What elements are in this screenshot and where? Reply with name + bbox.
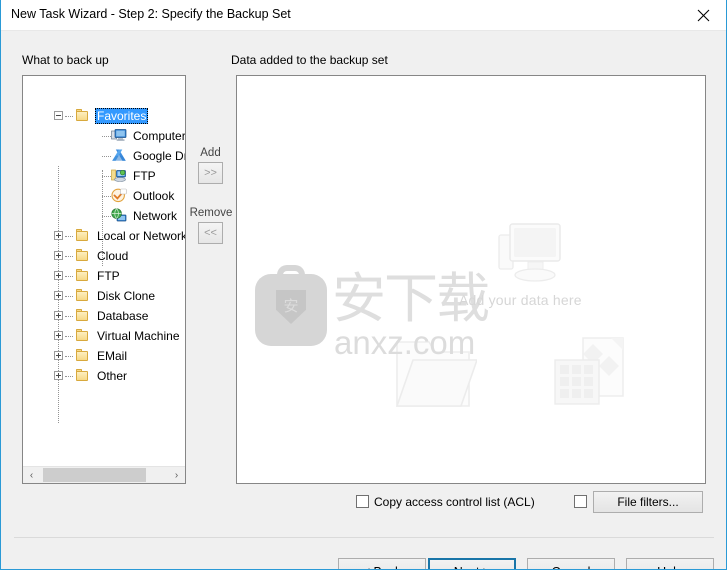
tree-item-ftp-favorite[interactable]: FTP <box>23 166 185 186</box>
tree-item-label: EMail <box>97 349 128 363</box>
expander-database-icon[interactable] <box>54 311 63 320</box>
tree-item-favorites[interactable]: Favorites <box>23 106 185 126</box>
tree-item-label: FTP <box>97 269 120 283</box>
expander-disk-clone-icon[interactable] <box>54 291 63 300</box>
tree-horizontal-scrollbar[interactable]: ‹ › <box>23 466 185 483</box>
tree-connector <box>102 156 111 157</box>
tree-item-label: Network <box>133 209 178 223</box>
back-button[interactable]: < Back <box>338 558 426 569</box>
next-button[interactable]: Next > <box>428 558 516 569</box>
tree-connector <box>102 196 111 197</box>
file-filters-button[interactable]: File filters... <box>593 491 703 513</box>
tree-item-local-or-network-drives[interactable]: Local or Network Dr <box>23 226 185 246</box>
expander-local-drives-icon[interactable] <box>54 231 63 240</box>
scroll-left-arrow-icon[interactable]: ‹ <box>23 467 40 483</box>
expander-favorites-icon[interactable] <box>54 111 63 120</box>
folder-icon <box>75 268 91 284</box>
copy-acl-checkbox[interactable] <box>356 495 369 508</box>
tree-connector <box>65 316 73 317</box>
folder-icon <box>75 248 91 264</box>
folder-icon <box>75 288 91 304</box>
tree-item-label: Database <box>97 309 149 323</box>
computer-icon <box>111 128 127 144</box>
backup-set-drop-area[interactable]: 安 安下载 anxz.com Add your data here <box>236 75 706 484</box>
tree-item-email[interactable]: EMail <box>23 346 185 366</box>
tree-item-label: Other <box>97 369 128 383</box>
tree-item-outlook[interactable]: Outlook <box>23 186 185 206</box>
anxz-logo-watermark-icon: 安 <box>255 265 327 346</box>
tree-connector <box>65 276 73 277</box>
new-task-wizard-window: New Task Wizard - Step 2: Specify the Ba… <box>0 0 727 570</box>
drop-hint-text: Add your data here <box>459 292 582 308</box>
tree-connector <box>65 236 73 237</box>
folder-icon <box>75 228 91 244</box>
outlook-icon <box>111 188 127 204</box>
tree-connector <box>102 176 111 177</box>
help-button[interactable]: Help <box>626 558 714 569</box>
scroll-right-arrow-icon[interactable]: › <box>168 467 185 483</box>
tree-item-virtual-machine[interactable]: Virtual Machine <box>23 326 185 346</box>
folder-icon <box>75 368 91 384</box>
expander-email-icon[interactable] <box>54 351 63 360</box>
copy-acl-label: Copy access control list (ACL) <box>374 495 535 509</box>
add-button[interactable]: >> <box>198 162 223 184</box>
ftp-server-icon <box>111 168 127 184</box>
title-bar: New Task Wizard - Step 2: Specify the Ba… <box>1 0 726 31</box>
folder-icon <box>75 108 91 124</box>
remove-label: Remove <box>189 207 233 219</box>
tree-connector <box>65 296 73 297</box>
tree-item-label: FTP <box>133 169 156 183</box>
file-filters-checkbox[interactable] <box>574 495 587 508</box>
footer-separator <box>14 537 714 538</box>
tree-item-ftp[interactable]: FTP <box>23 266 185 286</box>
tree-item-label: Disk Clone <box>97 289 156 303</box>
dialog-body: What to back up Data added to the backup… <box>1 31 726 569</box>
monitor-watermark-icon <box>498 223 561 282</box>
tree-connector <box>65 116 73 117</box>
cancel-button[interactable]: Cancel <box>527 558 615 569</box>
tree-item-google-drive[interactable]: Google Drive <box>23 146 185 166</box>
tree-item-network[interactable]: Network <box>23 206 185 226</box>
network-globe-icon <box>111 208 127 224</box>
close-icon[interactable] <box>681 0 726 30</box>
folder-icon <box>75 348 91 364</box>
tree-connector <box>65 256 73 257</box>
tree-connector <box>102 216 111 217</box>
expander-other-icon[interactable] <box>54 371 63 380</box>
tree-item-other[interactable]: Other <box>23 366 185 386</box>
folder-icon <box>75 328 91 344</box>
what-to-backup-label: What to back up <box>22 53 109 67</box>
remove-button[interactable]: << <box>198 222 223 244</box>
tree-item-cloud[interactable]: Cloud <box>23 246 185 266</box>
tree-connector <box>102 136 111 137</box>
tree-item-computer[interactable]: Computer <box>23 126 185 146</box>
backup-source-tree[interactable]: Favorites Computer Google D FTP Outlook … <box>22 75 186 484</box>
folder-icon <box>75 308 91 324</box>
data-cube-watermark-icon <box>554 337 624 405</box>
tree-connector <box>65 376 73 377</box>
google-drive-icon <box>111 148 127 164</box>
tree-item-label: Outlook <box>133 189 175 203</box>
expander-ftp-icon[interactable] <box>54 271 63 280</box>
tree-item-label: Favorites <box>95 108 149 124</box>
tree-content: Favorites Computer Google D FTP Outlook … <box>23 76 185 466</box>
add-label: Add <box>200 147 221 159</box>
tree-item-database[interactable]: Database <box>23 306 185 326</box>
tree-connector <box>65 336 73 337</box>
tree-item-label: Cloud <box>97 249 129 263</box>
expander-virtual-machine-icon[interactable] <box>54 331 63 340</box>
tree-item-label: Local or Network Dr <box>97 229 185 243</box>
anxz-url-watermark: anxz.com <box>334 324 476 361</box>
tree-item-label: Virtual Machine <box>97 329 180 343</box>
data-added-label: Data added to the backup set <box>231 53 388 67</box>
scrollbar-thumb[interactable] <box>43 468 146 482</box>
anxz-logo-glyph: 安 <box>283 297 299 315</box>
expander-cloud-icon[interactable] <box>54 251 63 260</box>
tree-item-label: Computer <box>133 129 185 143</box>
tree-connector <box>65 356 73 357</box>
window-title: New Task Wizard - Step 2: Specify the Ba… <box>11 7 291 21</box>
tree-item-label: Google Drive <box>133 149 185 163</box>
tree-item-disk-clone[interactable]: Disk Clone <box>23 286 185 306</box>
